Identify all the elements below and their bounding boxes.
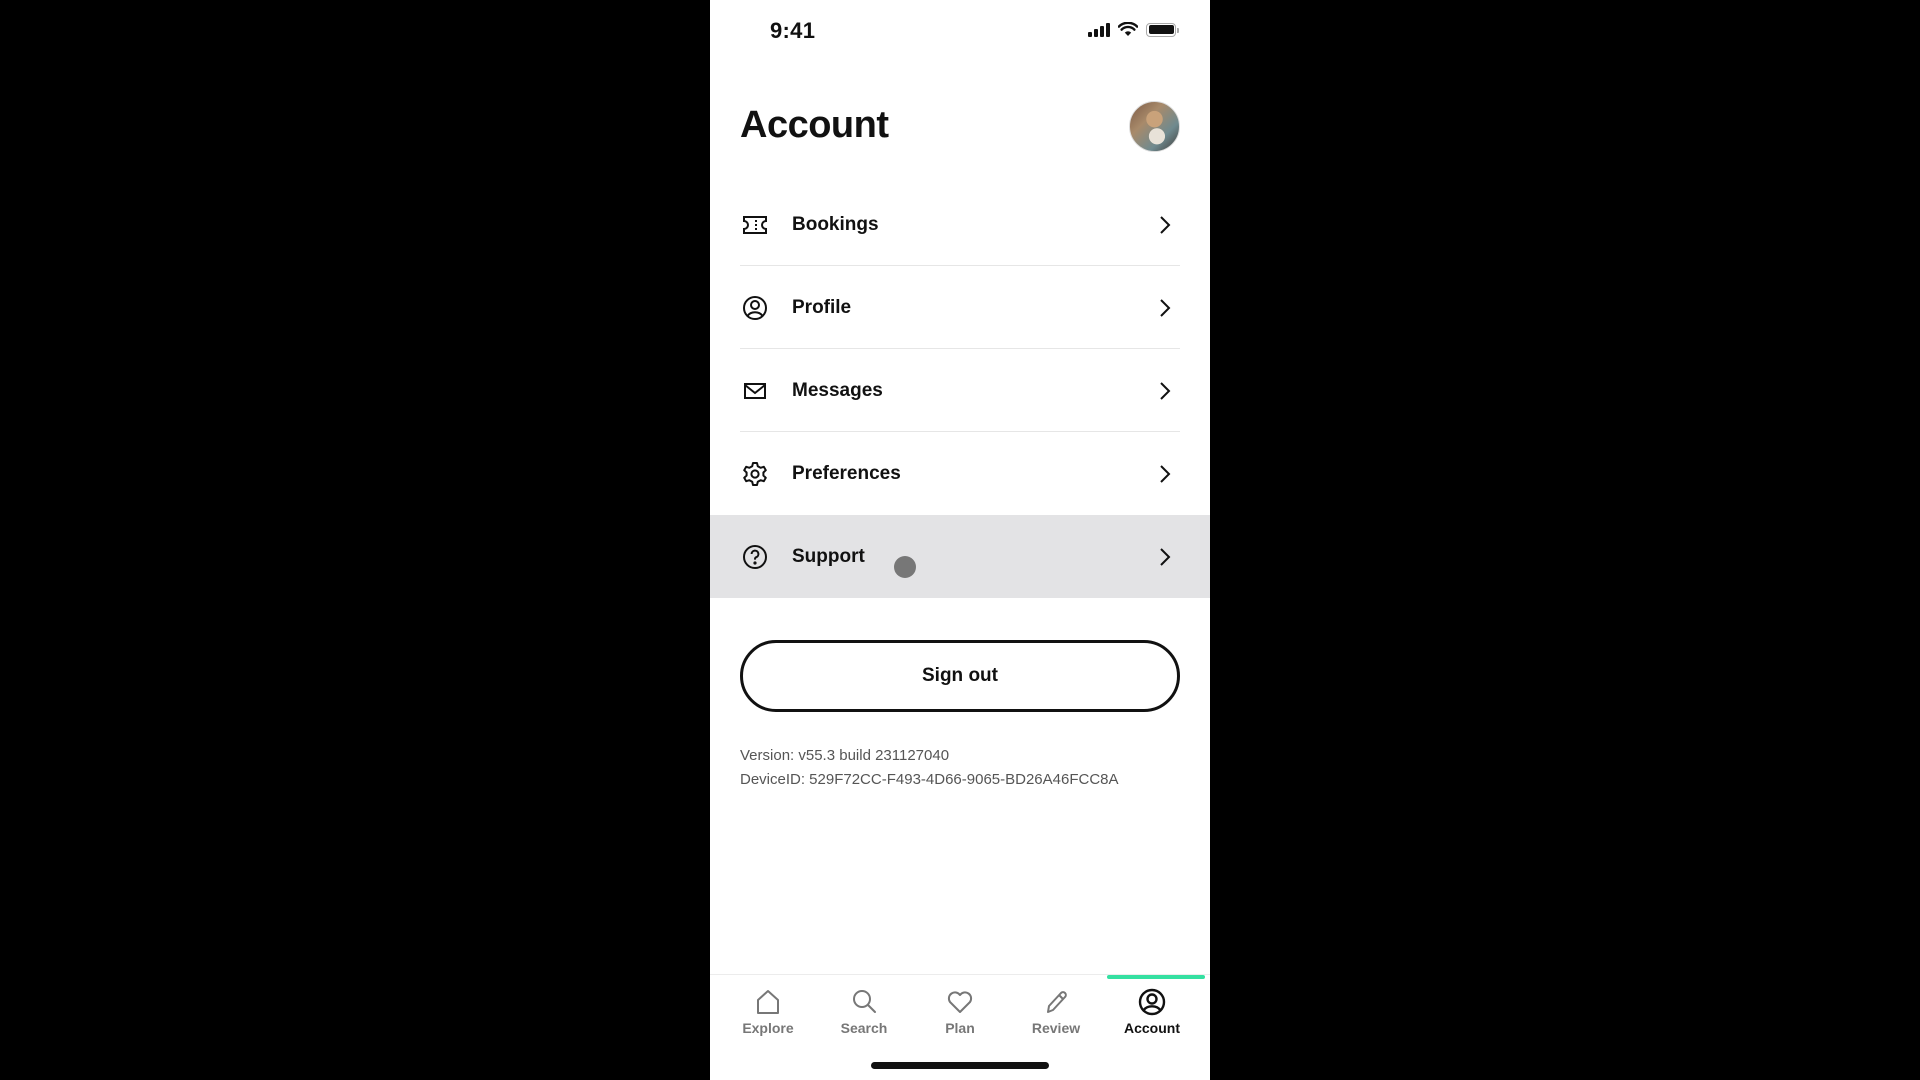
avatar[interactable]: [1129, 101, 1180, 152]
menu-item-support[interactable]: Support: [710, 515, 1210, 598]
home-icon: [757, 990, 779, 1014]
battery-icon: [1146, 22, 1179, 37]
gear-icon: [742, 461, 768, 487]
menu-item-label: Profile: [792, 296, 852, 318]
ticket-icon: [742, 212, 768, 238]
chevron-right-icon: [1160, 547, 1171, 566]
phone-screen: 9:41 Account Bookings Profile Messages P…: [710, 0, 1210, 1080]
cellular-signal-icon: [1088, 22, 1110, 37]
menu-item-messages[interactable]: Messages: [710, 349, 1210, 432]
pencil-icon: [1047, 991, 1067, 1013]
status-time: 9:41: [770, 18, 816, 43]
menu-item-preferences[interactable]: Preferences: [710, 432, 1210, 515]
menu-item-label: Support: [792, 545, 865, 567]
heart-icon: [947, 991, 973, 1013]
user-circle-icon: [742, 295, 768, 321]
page-title: Account: [740, 104, 889, 146]
chevron-right-icon: [1160, 381, 1171, 400]
status-icons: [1088, 22, 1179, 37]
chevron-right-icon: [1160, 298, 1171, 317]
tab-label: Review: [1031, 1020, 1081, 1036]
device-id-text: DeviceID: 529F72CC-F493-4D66-9065-BD26A4…: [740, 771, 1119, 788]
active-tab-indicator: [1107, 975, 1205, 979]
question-circle-icon: [742, 544, 768, 570]
touch-indicator: [894, 556, 916, 578]
version-text: Version: v55.3 build 231127040: [740, 747, 950, 764]
account-menu: Bookings Profile Messages Preferences Su…: [710, 183, 1210, 598]
tab-search[interactable]: Search: [818, 975, 910, 1036]
menu-item-label: Messages: [792, 379, 883, 401]
envelope-icon: [742, 378, 768, 404]
tab-explore[interactable]: Explore: [722, 975, 814, 1036]
home-indicator[interactable]: [871, 1062, 1049, 1069]
search-icon: [853, 990, 876, 1013]
wifi-icon: [1118, 22, 1138, 36]
tab-plan[interactable]: Plan: [914, 975, 1006, 1036]
tab-label: Search: [840, 1020, 888, 1036]
tab-account[interactable]: Account: [1106, 975, 1198, 1036]
tab-review[interactable]: Review: [1010, 975, 1102, 1036]
account-icon: [1138, 988, 1166, 1016]
sign-out-button[interactable]: Sign out: [740, 640, 1180, 712]
menu-item-profile[interactable]: Profile: [710, 266, 1210, 349]
tab-label: Explore: [742, 1020, 794, 1036]
tab-label: Plan: [945, 1020, 975, 1036]
menu-item-label: Bookings: [792, 213, 879, 235]
chevron-right-icon: [1160, 215, 1171, 234]
tab-label: Account: [1124, 1020, 1180, 1036]
menu-item-bookings[interactable]: Bookings: [710, 183, 1210, 266]
chevron-right-icon: [1160, 464, 1171, 483]
menu-item-label: Preferences: [792, 462, 901, 484]
app-info: Version: v55.3 build 231127040 DeviceID:…: [740, 744, 1119, 792]
